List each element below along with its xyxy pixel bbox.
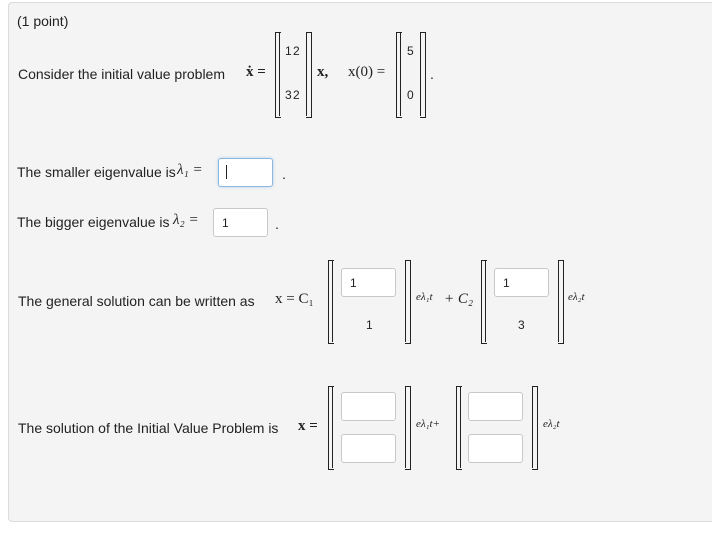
q1-period: . — [430, 66, 434, 82]
x0-left-bracket — [396, 32, 402, 118]
ivp-v1-bottom-input[interactable] — [341, 434, 396, 463]
text-cursor — [226, 165, 227, 179]
x0-symbol: x(0) = — [348, 64, 386, 80]
ivp-solution-label: The solution of the Initial Value Proble… — [18, 420, 279, 436]
bigger-eigenvalue-value: 1 — [222, 215, 229, 230]
gen-v1-top-input[interactable]: 1 — [341, 268, 396, 297]
general-x-c1: x = C₁ — [275, 291, 314, 307]
bigger-eigenvalue-label: The bigger eigenvalue is — [17, 214, 170, 230]
matrix-a-22: 2 — [293, 88, 300, 102]
ivp-v2-left-inner-line — [460, 386, 461, 468]
matrix-a-11: 1 — [285, 44, 292, 58]
ivp-v1-top-value — [342, 393, 395, 420]
ivp-v2-right-bracket — [532, 386, 538, 470]
ivp-v2-top-value — [469, 393, 522, 420]
gen-v1-bottom: 1 — [366, 318, 373, 332]
gen-exp2: eλ₂t — [568, 291, 585, 303]
ivp-v2-bottom-input[interactable] — [468, 434, 523, 463]
matrix-a-21: 3 — [285, 88, 292, 102]
gen-v1-left-bracket — [328, 260, 334, 344]
gen-v1-left-inner-line — [332, 260, 333, 342]
x0-bottom: 0 — [407, 88, 414, 102]
ivp-x-eq: x = — [298, 418, 318, 434]
ivp-v1-left-inner-line — [332, 386, 333, 468]
ivp-v2-top-input[interactable] — [468, 392, 523, 421]
ivp-exp2: eλ₂t — [543, 418, 560, 430]
gen-v2-top-value: 1 — [503, 275, 510, 290]
ivp-v1-right-bracket — [405, 386, 411, 470]
ivp-prompt: Consider the initial value problem — [18, 66, 225, 82]
ivp-v1-top-input[interactable] — [341, 392, 396, 421]
x-comma: x, — [317, 64, 329, 80]
ivp-v2-bottom-value — [469, 435, 522, 462]
general-solution-label: The general solution can be written as — [18, 293, 255, 309]
bigger-eigenvalue-input[interactable]: 1 — [213, 208, 268, 237]
smaller-eigenvalue-label: The smaller eigenvalue is — [17, 164, 176, 180]
smaller-period: . — [282, 166, 286, 182]
ivp-v2-left-bracket — [456, 386, 462, 470]
matrix-a-12: 2 — [293, 44, 300, 58]
gen-v2-bottom: 3 — [518, 318, 525, 332]
x0-right-bracket — [420, 32, 426, 118]
gen-v2-top-input[interactable]: 1 — [494, 268, 549, 297]
xdot-symbol: ẋ = — [246, 64, 266, 80]
bigger-period: . — [275, 216, 279, 232]
points-label: (1 point) — [17, 13, 69, 29]
gen-exp1: eλ₁t — [416, 291, 433, 303]
gen-v1-right-bracket — [405, 260, 411, 344]
gen-v2-left-bracket — [481, 260, 487, 344]
x0-left-inner-line — [400, 32, 401, 116]
gen-v2-left-inner-line — [485, 260, 486, 342]
matrix-a-left-inner-line — [279, 32, 280, 116]
matrix-a-left-bracket — [275, 32, 281, 118]
ivp-v1-bottom-value — [342, 435, 395, 462]
matrix-a-right-bracket — [306, 32, 312, 118]
x0-top: 5 — [407, 44, 414, 58]
gen-v1-top-value: 1 — [350, 275, 357, 290]
ivp-exp1: eλ₁t+ — [416, 418, 440, 430]
ivp-v1-left-bracket — [328, 386, 334, 470]
gen-v2-right-bracket — [558, 260, 564, 344]
lambda1-symbol: λ₁ = — [177, 162, 203, 178]
gen-plus-c2: + C₂ — [444, 291, 474, 307]
smaller-eigenvalue-input[interactable] — [218, 158, 273, 187]
lambda2-symbol: λ₂ = — [173, 212, 199, 228]
